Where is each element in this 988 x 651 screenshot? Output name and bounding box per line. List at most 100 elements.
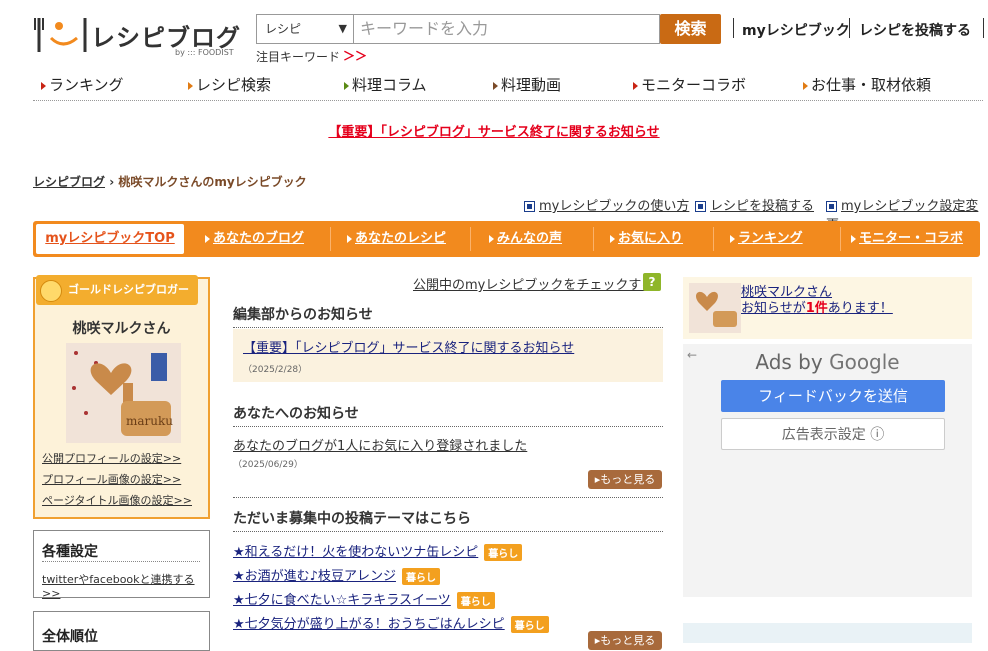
- editorial-box: 【重要】「レシピブログ」サービス終了に関するお知らせ （2025/2/28）: [233, 329, 663, 382]
- theme-item[interactable]: ★和えるだけ！火を使わないツナ缶レシピ 暮らし: [233, 541, 523, 561]
- nav-columns[interactable]: 料理コラム: [344, 74, 427, 95]
- ad-area: ← Ads by Google フィードバックを送信 広告表示設定 ⓘ: [683, 344, 972, 597]
- nav-monitor[interactable]: モニターコラボ: [633, 74, 746, 95]
- category-tag: 暮らし: [401, 568, 440, 585]
- triangle-icon: [205, 234, 210, 243]
- site-logo[interactable]: レシピブログ by ::: FOODIST: [33, 10, 248, 60]
- search-button[interactable]: 検索: [660, 14, 721, 44]
- medal-icon: [40, 280, 62, 302]
- service-end-notice[interactable]: 【重要】「レシピブログ」サービス終了に関するお知らせ: [0, 121, 988, 140]
- tab-bar: myレシピブックTOP あなたのブログ あなたのレシピ みんなの声 お気に入り …: [33, 221, 980, 257]
- category-tag: 暮らし: [484, 544, 523, 561]
- themes-title: ただいま募集中の投稿テーマはこちら: [233, 508, 663, 532]
- post-recipe-link[interactable]: レシピを投稿する: [859, 20, 971, 40]
- check-public-link[interactable]: 公開中のmyレシピブックをチェックする: [413, 274, 654, 293]
- triangle-icon: [633, 81, 638, 90]
- sns-connect-link[interactable]: twitterやfacebookと連携する>>: [42, 571, 209, 600]
- your-notice-item[interactable]: あなたのブログが1人にお気に入り登録されました: [233, 435, 527, 454]
- public-profile-link[interactable]: 公開プロフィールの設定>>: [42, 450, 181, 466]
- tab-my-recipe-top[interactable]: myレシピブックTOP: [36, 224, 184, 254]
- triangle-icon: [851, 234, 856, 243]
- ranking-title: 全体順位: [42, 629, 98, 645]
- settings-title: 各種設定: [42, 544, 98, 560]
- profile-image: maruku: [66, 343, 181, 443]
- tab-favorites[interactable]: お気に入り: [610, 221, 683, 257]
- your-notice-title: あなたへのお知らせ: [233, 403, 663, 427]
- square-bullet-icon: [524, 201, 535, 212]
- square-bullet-icon: [695, 201, 706, 212]
- send-feedback-button[interactable]: フィードバックを送信: [721, 380, 945, 412]
- triangle-icon: [188, 81, 193, 90]
- more-button[interactable]: ▸もっと見る: [588, 470, 662, 489]
- profile-image-link[interactable]: プロフィール画像の設定>>: [42, 471, 181, 487]
- tab-monitor-collab[interactable]: モニター・コラボ: [851, 221, 963, 257]
- cookie-text: maruku: [126, 414, 173, 428]
- triangle-icon: [41, 81, 46, 90]
- breadcrumb-current: 桃咲マルクさんのmyレシピブック: [118, 175, 307, 189]
- editorial-date: （2025/2/28）: [243, 365, 308, 375]
- notification-box: 桃咲マルクさん お知らせが1件あります！: [683, 277, 972, 339]
- header-divider: [983, 18, 984, 38]
- tab-your-blog[interactable]: あなたのブログ: [205, 221, 304, 257]
- profile-thumb: [689, 283, 741, 333]
- ads-by-google: Ads by Google: [755, 350, 900, 374]
- profile-name: 桃咲マルクさん: [72, 321, 171, 337]
- search-category-value: レシピ: [265, 22, 302, 36]
- breadcrumb-home[interactable]: レシピブログ: [33, 175, 105, 189]
- tab-divider: [330, 227, 331, 251]
- page-title-image-link[interactable]: ページタイトル画像の設定>>: [42, 492, 192, 508]
- triangle-icon: [493, 81, 498, 90]
- settings-box: 各種設定 twitterやfacebookと連携する>>: [33, 530, 210, 600]
- post-recipe-util-link[interactable]: レシピを投稿する: [695, 195, 814, 214]
- triangle-icon: [730, 234, 735, 243]
- theme-item[interactable]: ★七夕に食べたい☆キラキラスイーツ 暮らし: [233, 589, 495, 609]
- logo-sub: by ::: FOODIST: [175, 48, 234, 57]
- trending-more-link[interactable]: ＞＞: [343, 47, 367, 64]
- tab-divider: [840, 227, 841, 251]
- global-nav: ランキング レシピ検索 料理コラム 料理動画 モニターコラボ お仕事・取材依頼: [33, 68, 983, 101]
- breadcrumb: レシピブログ › 桃咲マルクさんのmyレシピブック: [33, 173, 307, 190]
- tab-divider: [470, 227, 471, 251]
- help-icon[interactable]: ?: [643, 273, 661, 291]
- category-tag: 暮らし: [456, 592, 495, 609]
- square-bullet-icon: [826, 201, 837, 212]
- ranking-box: 全体順位: [33, 611, 210, 651]
- your-notice-date: （2025/06/29）: [233, 460, 303, 470]
- triangle-icon: [610, 234, 615, 243]
- nav-videos[interactable]: 料理動画: [493, 74, 561, 95]
- theme-item[interactable]: ★七夕気分が盛り上がる！おうちごはんレシピ 暮らし: [233, 613, 549, 633]
- search-category-select[interactable]: レシピ ▼: [256, 14, 354, 44]
- nav-ranking[interactable]: ランキング: [41, 74, 124, 95]
- triangle-icon: [344, 81, 349, 90]
- tab-divider: [713, 227, 714, 251]
- ad-settings-button[interactable]: 広告表示設定 ⓘ: [721, 418, 945, 450]
- search-input[interactable]: キーワードを入力: [354, 14, 660, 44]
- tab-voices[interactable]: みんなの声: [489, 221, 562, 257]
- triangle-icon: [803, 81, 808, 90]
- notify-message[interactable]: お知らせが1件あります！: [741, 297, 893, 316]
- theme-item[interactable]: ★お酒が進む♪枝豆アレンジ 暮らし: [233, 565, 440, 585]
- tab-ranking[interactable]: ランキング: [730, 221, 803, 257]
- triangle-icon: [347, 234, 352, 243]
- header-divider: [849, 18, 850, 38]
- themes-more-button[interactable]: ▸もっと見る: [588, 631, 662, 650]
- trending-label: 注目キーワード: [256, 50, 341, 64]
- fork-face-icon: [34, 18, 87, 52]
- badge-label: ゴールドレシピブロガー: [68, 283, 189, 296]
- divider: [233, 497, 663, 498]
- nav-jobs[interactable]: お仕事・取材依頼: [803, 74, 931, 95]
- breadcrumb-separator: ›: [109, 175, 115, 189]
- cookie-illustration: maruku: [66, 343, 181, 443]
- bottom-ad-banner[interactable]: [683, 623, 972, 643]
- nav-recipe-search[interactable]: レシピ検索: [188, 74, 271, 95]
- triangle-icon: [489, 234, 494, 243]
- how-to-use-link[interactable]: myレシピブックの使い方: [524, 195, 689, 214]
- chevron-down-icon: ▼: [338, 22, 347, 35]
- editorial-title: 編集部からのお知らせ: [233, 304, 663, 328]
- editorial-item[interactable]: 【重要】「レシピブログ」サービス終了に関するお知らせ: [243, 337, 574, 356]
- tab-divider: [593, 227, 594, 251]
- category-tag: 暮らし: [510, 616, 549, 633]
- gold-blogger-badge: ゴールドレシピブロガー: [36, 275, 198, 305]
- tab-your-recipes[interactable]: あなたのレシピ: [347, 221, 446, 257]
- my-recipe-book-link[interactable]: myレシピブック: [742, 20, 850, 40]
